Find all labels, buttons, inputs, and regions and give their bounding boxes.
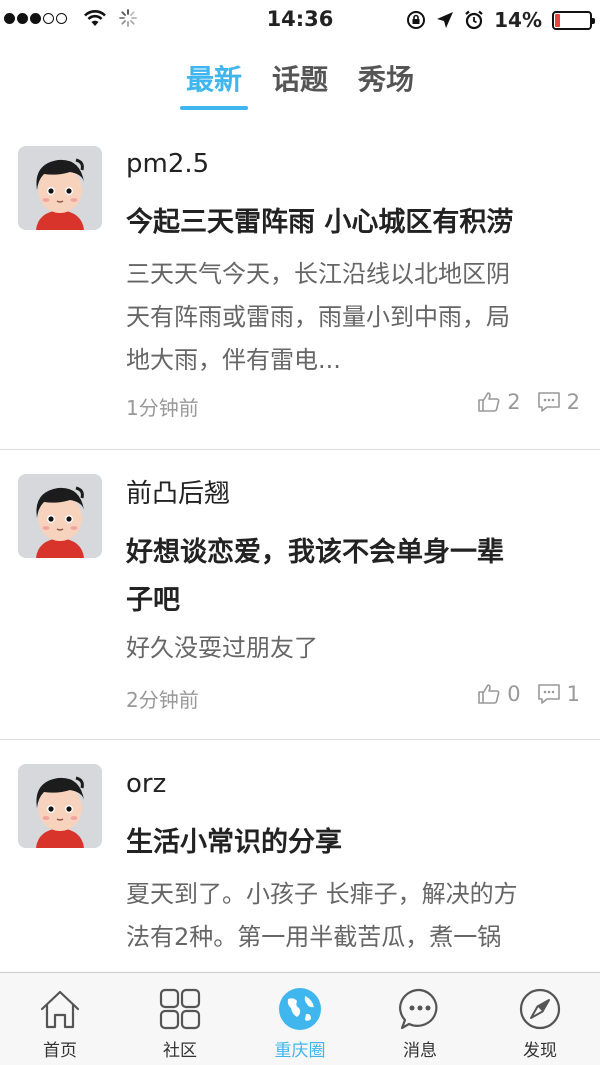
post-meta: 1分钟前 2 2 xyxy=(126,382,580,438)
rotation-lock-icon xyxy=(407,11,426,29)
battery-percent: 14% xyxy=(494,8,542,32)
nav-home[interactable]: 首页 xyxy=(0,973,120,1065)
post-card[interactable]: pm2.5 今起三天雷阵雨 小心城区有积涝 三天天气今天，长江沿线以北地区阴 天… xyxy=(0,126,600,450)
avatar[interactable] xyxy=(18,146,102,230)
nav-chongqing-circle[interactable]: 重庆圈 xyxy=(240,973,360,1065)
post-author[interactable]: pm2.5 xyxy=(126,144,580,184)
home-icon xyxy=(37,986,83,1032)
post-body: orz 生活小常识的分享 夏天到了。小孩子 长痱子，解决的方 法有2种。第一用半… xyxy=(126,764,600,959)
post-author[interactable]: 前凸后翘 xyxy=(126,474,580,514)
post-title-line: 好想谈恋爱，我该不会单身一辈 xyxy=(126,537,504,568)
like-count: 0 xyxy=(507,682,521,706)
like-count: 2 xyxy=(507,390,521,414)
post-time: 2分钟前 xyxy=(126,688,199,712)
bottom-tab-bar: 首页 社区 重庆圈 消息 发现 xyxy=(0,972,600,1065)
battery-icon xyxy=(552,10,595,30)
tab-latest[interactable]: 最新 xyxy=(179,58,249,110)
post-excerpt-line: 天有阵雨或雷雨，雨量小到中雨，局 xyxy=(126,303,510,331)
nav-label: 重庆圈 xyxy=(274,1041,326,1061)
like-button[interactable]: 2 xyxy=(477,390,521,414)
alarm-icon xyxy=(465,10,483,30)
cartoon-boy-avatar-icon xyxy=(18,764,102,848)
thumbs-up-icon xyxy=(478,392,500,412)
post-title: 生活小常识的分享 xyxy=(126,827,342,858)
comment-button[interactable]: 1 xyxy=(537,682,580,706)
post-excerpt-line: 三天天气今天，长江沿线以北地区阴 xyxy=(126,260,510,288)
globe-icon xyxy=(277,986,323,1032)
post-time: 1分钟前 xyxy=(126,396,199,420)
message-icon xyxy=(397,986,443,1032)
like-button[interactable]: 0 xyxy=(477,682,521,706)
thumbs-up-icon xyxy=(478,684,500,704)
post-card[interactable]: orz 生活小常识的分享 夏天到了。小孩子 长痱子，解决的方 法有2种。第一用半… xyxy=(0,740,600,972)
comment-button[interactable]: 2 xyxy=(537,390,580,414)
nav-label: 消息 xyxy=(403,1041,437,1061)
avatar[interactable] xyxy=(18,474,102,558)
post-feed: pm2.5 今起三天雷阵雨 小心城区有积涝 三天天气今天，长江沿线以北地区阴 天… xyxy=(0,126,600,972)
post-meta: 2分钟前 0 1 xyxy=(126,674,580,730)
post-stats: 2 2 xyxy=(461,390,580,414)
status-bar: 14:36 14% xyxy=(0,0,600,40)
nav-label: 发现 xyxy=(523,1041,557,1061)
nav-discover[interactable]: 发现 xyxy=(480,973,600,1065)
post-card[interactable]: 前凸后翘 好想谈恋爱，我该不会单身一辈 子吧 好久没耍过朋友了 2分钟前 0 1 xyxy=(0,450,600,740)
avatar[interactable] xyxy=(18,764,102,848)
nav-label: 首页 xyxy=(43,1041,77,1061)
cartoon-boy-avatar-icon xyxy=(18,146,102,230)
location-arrow-icon xyxy=(437,12,454,28)
post-title: 今起三天雷阵雨 小心城区有积涝 xyxy=(126,207,514,238)
post-excerpt-line: 地大雨，伴有雷电... xyxy=(126,346,341,374)
nav-community[interactable]: 社区 xyxy=(120,973,240,1065)
cartoon-boy-avatar-icon xyxy=(18,474,102,558)
comment-icon xyxy=(537,392,560,412)
post-body: 前凸后翘 好想谈恋爱，我该不会单身一辈 子吧 好久没耍过朋友了 2分钟前 0 1 xyxy=(126,474,600,730)
tab-topics[interactable]: 话题 xyxy=(268,58,332,110)
post-excerpt-line: 好久没耍过朋友了 xyxy=(126,634,318,662)
nav-label: 社区 xyxy=(163,1041,197,1061)
tab-showcase[interactable]: 秀场 xyxy=(354,58,418,110)
feed-tabs: 最新 话题 秀场 xyxy=(0,58,600,116)
post-excerpt-line: 法有2种。第一用半截苦瓜，煮一锅 xyxy=(126,923,502,951)
comment-icon xyxy=(537,684,560,704)
post-excerpt-line: 夏天到了。小孩子 长痱子，解决的方 xyxy=(126,880,518,908)
post-title-line: 子吧 xyxy=(126,585,180,616)
comment-count: 2 xyxy=(566,390,580,414)
status-right: 14% xyxy=(406,8,595,32)
grid-icon xyxy=(157,986,203,1032)
post-body: pm2.5 今起三天雷阵雨 小心城区有积涝 三天天气今天，长江沿线以北地区阴 天… xyxy=(126,144,600,438)
post-author[interactable]: orz xyxy=(126,764,580,804)
battery-level xyxy=(555,13,560,27)
nav-messages[interactable]: 消息 xyxy=(360,973,480,1065)
compass-icon xyxy=(517,986,563,1032)
post-stats: 0 1 xyxy=(461,682,580,706)
comment-count: 1 xyxy=(566,682,580,706)
